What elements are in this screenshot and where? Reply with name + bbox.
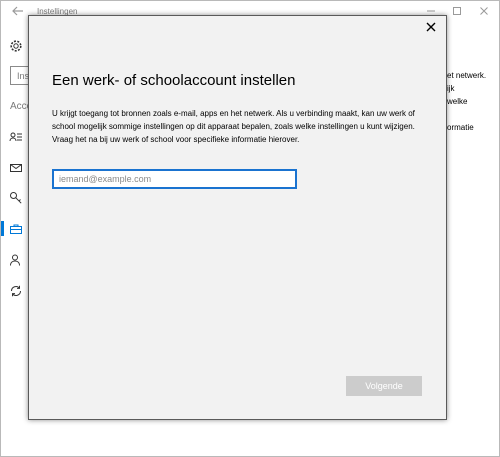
add-work-account-dialog: Een werk- of schoolaccount instellen U k…	[28, 15, 447, 420]
background-text-line: et netwerk.	[447, 71, 487, 80]
dialog-close-button[interactable]	[423, 19, 439, 35]
back-arrow-icon[interactable]	[11, 4, 25, 18]
sync-icon[interactable]	[9, 284, 23, 298]
window-close-icon[interactable]	[478, 5, 490, 17]
active-item-marker	[1, 221, 4, 236]
dialog-description: U krijgt toegang tot bronnen zoals e-mai…	[52, 109, 415, 144]
background-text-line: welke	[447, 97, 468, 106]
maximize-icon[interactable]	[451, 5, 463, 17]
key-icon[interactable]	[9, 191, 23, 205]
next-button[interactable]: Volgende	[346, 376, 422, 396]
background-text-line: ormatie	[447, 123, 474, 132]
briefcase-icon[interactable]	[9, 222, 23, 236]
person-card-icon[interactable]	[9, 130, 23, 144]
gear-icon[interactable]	[9, 39, 23, 53]
mail-icon[interactable]	[9, 161, 23, 175]
search-input[interactable]: Ins	[10, 66, 30, 85]
dialog-title: Een werk- of schoolaccount instellen	[52, 72, 296, 89]
background-text-line: ijk	[447, 84, 455, 93]
email-field[interactable]	[52, 169, 297, 189]
person-icon[interactable]	[9, 253, 23, 267]
close-icon	[426, 22, 436, 32]
